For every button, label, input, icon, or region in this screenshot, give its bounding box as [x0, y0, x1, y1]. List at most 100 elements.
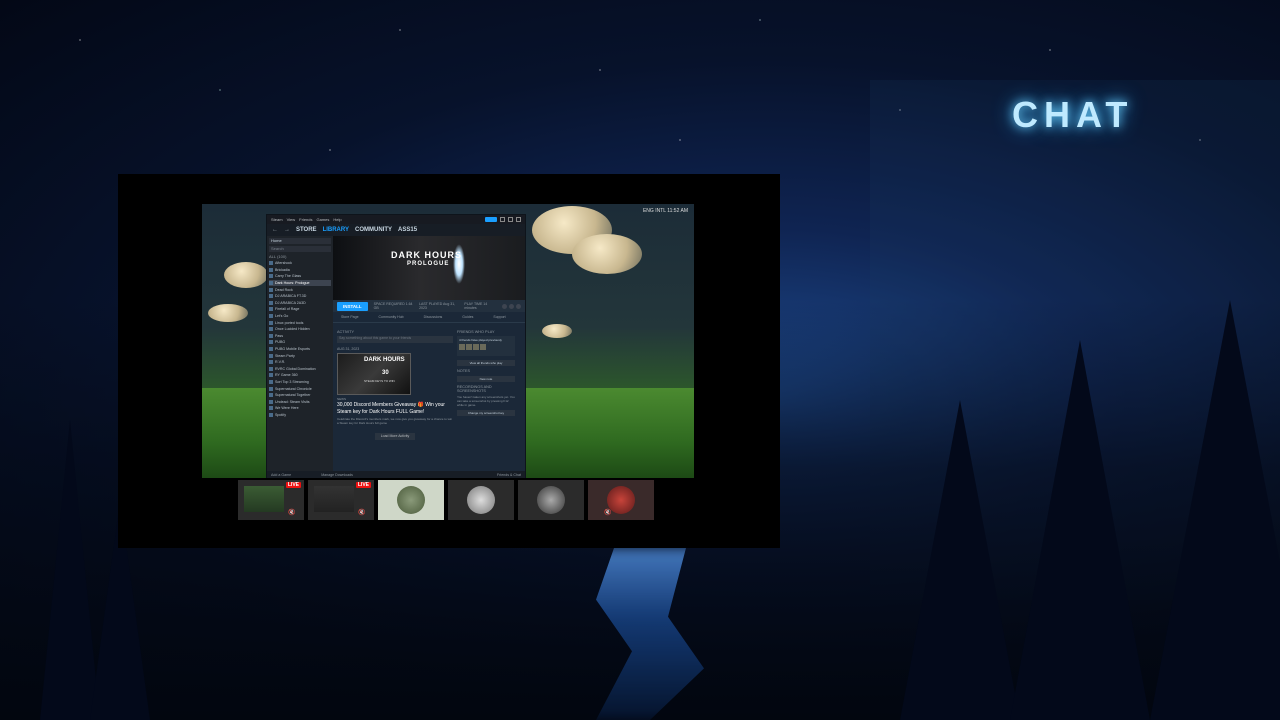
close-button[interactable] — [516, 217, 521, 222]
game-icon — [269, 399, 273, 404]
subtab-guides[interactable]: Guides — [462, 315, 473, 319]
sidebar-game-item[interactable]: Carry The Glass — [269, 273, 331, 280]
menu-steam[interactable]: Steam — [271, 217, 283, 222]
tab-profile[interactable]: ASS15 — [398, 227, 417, 233]
last-played: LAST PLAYED Aug 31, 2023 — [419, 302, 456, 310]
sidebar-game-item[interactable]: Once Lucided Hidden — [269, 326, 331, 333]
sidebar-game-item[interactable]: DJ ARABICA FT.3D — [269, 293, 331, 300]
menu-help[interactable]: Help — [333, 217, 341, 222]
recordings-text: You haven't taken any screenshots yet. Y… — [457, 395, 515, 407]
sidebar-section-header[interactable]: ALL (100) — [269, 254, 331, 259]
broadcast-button[interactable] — [485, 217, 497, 222]
screen-preview — [314, 486, 354, 512]
sidebar-search-input[interactable]: Search — [269, 246, 331, 252]
sidebar-game-label: Pass — [275, 333, 283, 338]
favorite-icon[interactable] — [516, 303, 521, 309]
sidebar-game-label: Linux ported tools — [275, 320, 304, 325]
sidebar-game-item[interactable]: Undead: Steam Visits — [269, 398, 331, 405]
news-image-title: DARK HOURS — [364, 357, 405, 363]
news-image[interactable]: DARK HOURS 30 STEAM KEYS TO WIN — [337, 353, 411, 395]
sidebar-game-item[interactable]: R.V.R. — [269, 359, 331, 366]
friends-text: 4 friends have played previously — [459, 338, 502, 342]
minimize-button[interactable] — [500, 217, 505, 222]
news-headline[interactable]: 30,000 Discord Members Giveaway 🎁 Win yo… — [337, 402, 453, 415]
sidebar-game-label: PUBG — [275, 340, 286, 345]
game-icon — [269, 412, 273, 417]
menu-games[interactable]: Games — [317, 217, 330, 222]
sidebar-game-label: Once Lucided Hidden — [275, 327, 310, 332]
sidebar-game-item[interactable]: PUBG — [269, 339, 331, 346]
game-list: Aftershock Brickadia Carry The Glass Dark H… — [269, 260, 331, 418]
manage-downloads-button[interactable]: Manage Downloads — [321, 473, 353, 477]
steam-window: Steam View Friends Games Help ← → STORE … — [266, 214, 526, 478]
add-game-button[interactable]: Add a Game — [271, 473, 291, 477]
friends-chat-button[interactable]: Friends & Chat — [497, 473, 521, 477]
forward-arrow-icon[interactable]: → — [284, 227, 290, 233]
subtab-support[interactable]: Support — [493, 315, 505, 319]
muted-icon: 🔇 — [604, 510, 612, 516]
maximize-button[interactable] — [508, 217, 513, 222]
participant-thumb-1[interactable]: LIVE 🔇 — [238, 480, 304, 520]
participant-thumb-6[interactable]: 🔇 — [588, 480, 654, 520]
sidebar-game-label: Supernatural Together — [275, 393, 311, 398]
sidebar-game-item[interactable]: Steam Party — [269, 352, 331, 359]
sidebar-game-item[interactable]: PUBG Mobile Esports — [269, 346, 331, 353]
game-icon — [269, 379, 273, 384]
sidebar-game-item[interactable]: Sort Top 3 Streaming — [269, 379, 331, 386]
sidebar-game-label: Brickadia — [275, 267, 290, 272]
hero-subtitle: PROLOGUE — [407, 261, 450, 267]
activity-input[interactable]: Say something about this game to your fr… — [337, 336, 453, 343]
back-arrow-icon[interactable]: ← — [272, 227, 278, 233]
sidebar-game-label: Aftershock — [275, 261, 292, 266]
participant-thumb-4[interactable] — [448, 480, 514, 520]
game-icon — [269, 333, 273, 338]
friend-avatar[interactable] — [473, 344, 479, 350]
sidebar-game-item[interactable]: Let's Go — [269, 313, 331, 320]
library-sidebar: Home Search ALL (100) Aftershock Brickadi… — [267, 236, 333, 471]
install-button[interactable]: INSTALL — [337, 301, 368, 311]
steam-menubar: Steam View Friends Games Help — [267, 215, 525, 224]
game-icon — [269, 340, 273, 345]
sidebar-game-item[interactable]: Linux ported tools — [269, 319, 331, 326]
sidebar-game-item[interactable]: Supernatural Chronicle — [269, 385, 331, 392]
friend-avatar[interactable] — [480, 344, 486, 350]
sidebar-game-item[interactable]: Dark Hours: Prologue — [269, 279, 331, 287]
sidebar-game-item[interactable]: Dead Rock — [269, 286, 331, 293]
sidebar-game-item[interactable]: We Were Here — [269, 405, 331, 412]
friends-label: FRIENDS WHO PLAY — [457, 330, 495, 334]
menu-view[interactable]: View — [287, 217, 296, 222]
sidebar-game-item[interactable]: Pass — [269, 333, 331, 340]
load-more-button[interactable]: Load More Activity — [375, 433, 415, 440]
participant-thumb-2[interactable]: LIVE 🔇 — [308, 480, 374, 520]
sidebar-game-item[interactable]: RY Game 360 — [269, 372, 331, 379]
change-screenshot-key-button[interactable]: Change my screenshot key — [457, 410, 515, 416]
avatar — [467, 486, 495, 514]
tab-library[interactable]: LIBRARY — [323, 227, 349, 233]
participant-thumb-3[interactable] — [378, 480, 444, 520]
info-icon[interactable] — [509, 303, 514, 309]
sidebar-game-item[interactable]: Spotify — [269, 412, 331, 419]
menu-friends[interactable]: Friends — [299, 217, 312, 222]
subtab-community-hub[interactable]: Community Hub — [379, 315, 404, 319]
settings-icon[interactable] — [502, 303, 507, 309]
subtab-store-page[interactable]: Store Page — [341, 315, 359, 319]
friend-avatar[interactable] — [466, 344, 472, 350]
sidebar-game-item[interactable]: Aftershock — [269, 260, 331, 267]
activity-column: ACTIVITY Say something about this game t… — [337, 330, 453, 440]
participant-thumb-5[interactable] — [518, 480, 584, 520]
sidebar-game-item[interactable]: DJ ARABICA 2A3D — [269, 300, 331, 307]
sidebar-game-item[interactable]: Supernatural Together — [269, 392, 331, 399]
sidebar-home[interactable]: Home — [269, 238, 331, 244]
sidebar-game-item[interactable]: RVRC Global Domination — [269, 366, 331, 373]
sidebar-panels: FRIENDS WHO PLAY 4 friends have played p… — [457, 330, 515, 419]
view-friends-button[interactable]: View all friends who play — [457, 360, 515, 366]
tab-community[interactable]: COMMUNITY — [355, 227, 392, 233]
friends-box: 4 friends have played previously — [457, 336, 515, 356]
tab-store[interactable]: STORE — [296, 227, 317, 233]
sidebar-game-item[interactable]: Firefall of Rage — [269, 306, 331, 313]
game-icon — [269, 300, 273, 305]
new-note-button[interactable]: New note — [457, 376, 515, 382]
sidebar-game-item[interactable]: Brickadia — [269, 267, 331, 274]
subtab-discussions[interactable]: Discussions — [424, 315, 443, 319]
friend-avatar[interactable] — [459, 344, 465, 350]
